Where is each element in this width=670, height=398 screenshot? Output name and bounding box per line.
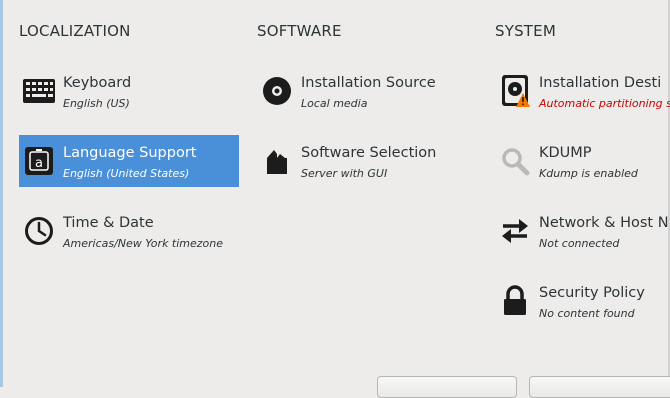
network-hostname-spoke[interactable]: Network & Host N Not connected [495,205,670,257]
harddisk-warning-icon [495,65,535,117]
svg-text:a: a [35,156,43,171]
software-selection-title: Software Selection [301,145,437,161]
network-arrows-icon [495,205,535,257]
time-date-status: Americas/New York timezone [63,237,224,250]
software-selection-spoke[interactable]: Software Selection Server with GUI [257,135,477,187]
time-date-spoke[interactable]: Time & Date Americas/New York timezone [19,205,239,257]
language-support-status: English (United States) [63,167,190,180]
keyboard-status: English (US) [63,97,130,110]
quit-button[interactable] [377,376,517,398]
software-selection-status: Server with GUI [301,167,388,180]
security-policy-title: Security Policy [539,285,645,301]
keyboard-title: Keyboard [63,75,132,91]
magnifier-icon [495,135,535,187]
security-policy-status: No content found [539,307,635,320]
package-icon [257,135,297,187]
language-icon: a [19,135,59,187]
time-date-title: Time & Date [63,215,154,231]
kdump-title: KDUMP [539,145,592,161]
localization-heading: LOCALIZATION [19,22,131,40]
begin-installation-button[interactable] [529,376,670,398]
lock-icon [495,275,535,327]
window-left-edge [0,0,3,387]
software-heading: SOFTWARE [257,22,342,40]
installation-destination-spoke[interactable]: Installation Desti Automatic partitionin… [495,65,670,117]
clock-icon [19,205,59,257]
network-hostname-status: Not connected [539,237,620,250]
language-support-spoke[interactable]: a Language Support English (United State… [19,135,239,187]
system-heading: SYSTEM [495,22,556,40]
disc-icon [257,65,297,117]
installation-source-spoke[interactable]: Installation Source Local media [257,65,477,117]
kdump-spoke[interactable]: KDUMP Kdump is enabled [495,135,670,187]
installation-source-title: Installation Source [301,75,436,91]
keyboard-spoke[interactable]: Keyboard English (US) [19,65,239,117]
installation-source-status: Local media [301,97,368,110]
security-policy-spoke[interactable]: Security Policy No content found [495,275,670,327]
kdump-status: Kdump is enabled [539,167,638,180]
keyboard-icon [19,65,59,117]
network-hostname-title: Network & Host N [539,215,669,231]
installation-destination-title: Installation Desti [539,75,662,91]
installation-destination-status: Automatic partitioning selec [539,97,670,110]
language-support-title: Language Support [63,145,197,161]
